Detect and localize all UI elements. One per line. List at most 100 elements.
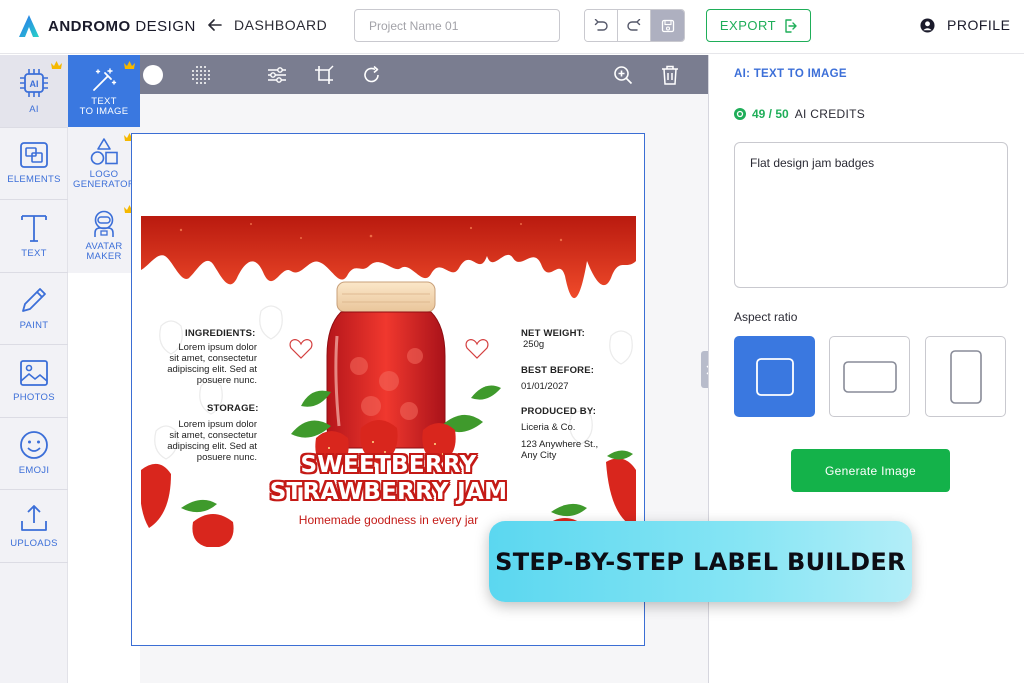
ai-subpanel: TEXT TO IMAGE LOGO GENERATOR AVATAR MAKER xyxy=(68,55,140,273)
aspect-ratio-landscape-option[interactable] xyxy=(829,336,910,417)
smiley-icon xyxy=(20,431,48,460)
save-icon xyxy=(661,19,674,32)
best-before-heading: BEST BEFORE: xyxy=(521,365,595,376)
net-weight-heading: NET WEIGHT: xyxy=(521,328,585,339)
history-controls xyxy=(584,9,685,42)
text-icon xyxy=(21,214,47,242)
landscape-ratio-icon xyxy=(842,360,897,393)
product-title: SWEETBERRY STRAWBERRY JAM xyxy=(141,452,636,506)
tool-sidebar: AI AI ELEMENTS TEXT PAINT PHOTOS EMOJI U… xyxy=(0,55,68,683)
sidebar-item-label: UPLOADS xyxy=(10,537,58,549)
sidebar-item-paint[interactable]: PAINT xyxy=(0,273,68,345)
export-button[interactable]: EXPORT xyxy=(706,9,811,42)
profile-label: PROFILE xyxy=(947,17,1011,33)
crown-icon xyxy=(51,61,62,69)
ai-credits: 49 / 50 AI CREDITS xyxy=(734,107,865,121)
transparency-button[interactable] xyxy=(190,64,212,86)
aspect-ratio-label: Aspect ratio xyxy=(734,310,798,324)
sliders-icon xyxy=(268,67,286,83)
ai-chip-icon: AI xyxy=(20,68,48,97)
sidebar-item-label: PHOTOS xyxy=(13,391,55,403)
prompt-textarea[interactable]: Flat design jam badges xyxy=(734,142,1008,288)
net-weight-value: 250g xyxy=(523,339,545,350)
canvas-toolbar xyxy=(140,55,708,94)
subpanel-item-label: AVATAR MAKER xyxy=(85,240,123,262)
subpanel-item-logo-generator[interactable]: LOGO GENERATOR xyxy=(68,127,140,199)
producer-name: Liceria & Co. xyxy=(521,422,576,433)
transparency-dots-icon xyxy=(192,66,210,84)
product-title-line-1: SWEETBERRY xyxy=(300,452,477,478)
svg-text:AI: AI xyxy=(30,79,39,89)
logo[interactable]: ANDROMO DESIGN xyxy=(18,14,196,38)
logo-text: ANDROMO DESIGN xyxy=(48,17,196,35)
elements-icon xyxy=(20,142,48,169)
image-icon xyxy=(20,359,48,386)
crop-icon xyxy=(315,65,334,84)
color-swatch-icon xyxy=(143,65,163,85)
feature-banner: STEP-BY-STEP LABEL BUILDER xyxy=(489,521,912,602)
sidebar-item-ai[interactable]: AI AI xyxy=(0,55,68,128)
sidebar-item-label: AI xyxy=(29,103,39,115)
sidebar-item-label: ELEMENTS xyxy=(7,174,61,186)
adjustments-button[interactable] xyxy=(266,64,288,86)
zoom-in-button[interactable] xyxy=(612,64,634,86)
logo-mark-icon xyxy=(19,15,39,37)
sidebar-item-uploads[interactable]: UPLOADS xyxy=(0,490,68,563)
dashboard-label: DASHBOARD xyxy=(234,17,328,33)
user-icon xyxy=(920,17,935,33)
undo-button[interactable] xyxy=(585,10,618,41)
credits-count: 49 / 50 xyxy=(752,107,789,121)
sidebar-item-emoji[interactable]: EMOJI xyxy=(0,418,68,490)
panel-title: AI: TEXT TO IMAGE xyxy=(734,68,847,80)
project-name-input[interactable] xyxy=(354,9,560,42)
credits-label: AI CREDITS xyxy=(794,107,866,121)
delete-button[interactable] xyxy=(659,64,681,86)
subpanel-item-avatar-maker[interactable]: AVATAR MAKER xyxy=(68,199,140,271)
sidebar-item-elements[interactable]: ELEMENTS xyxy=(0,128,68,200)
aspect-ratio-portrait-option[interactable] xyxy=(925,336,1006,417)
rotate-button[interactable] xyxy=(361,64,383,86)
top-bar: ANDROMO DESIGN DASHBOARD EXPORT PROFILE xyxy=(0,0,1024,54)
sidebar-item-label: EMOJI xyxy=(18,465,50,477)
sidebar-item-text[interactable]: TEXT xyxy=(0,200,68,273)
best-before-value: 01/01/2027 xyxy=(521,381,569,392)
crown-icon xyxy=(124,61,135,69)
feature-banner-text: STEP-BY-STEP LABEL BUILDER xyxy=(495,547,906,576)
undo-icon xyxy=(594,19,608,31)
rotate-icon xyxy=(364,65,379,83)
ingredients-heading: INGREDIENTS: xyxy=(185,328,256,339)
product-title-line-2: STRAWBERRY JAM xyxy=(269,479,508,505)
app-root: ANDROMO DESIGN DASHBOARD EXPORT PROFILE xyxy=(0,0,1024,683)
color-picker-button[interactable] xyxy=(142,64,164,86)
magic-wand-icon xyxy=(93,67,117,91)
arrow-left-icon xyxy=(208,19,222,31)
redo-button[interactable] xyxy=(618,10,651,41)
subpanel-item-text-to-image[interactable]: TEXT TO IMAGE xyxy=(68,55,140,127)
subpanel-item-label: LOGO GENERATOR xyxy=(73,168,135,190)
square-ratio-icon xyxy=(755,357,794,396)
portrait-ratio-icon xyxy=(949,349,982,404)
aspect-ratio-square-option[interactable] xyxy=(734,336,815,417)
storage-heading: STORAGE: xyxy=(207,403,259,414)
save-button[interactable] xyxy=(651,10,684,41)
generate-image-button[interactable]: Generate Image xyxy=(791,449,950,492)
ingredients-body: Lorem ipsum dolor sit amet, consectetur … xyxy=(167,342,257,386)
sidebar-item-photos[interactable]: PHOTOS xyxy=(0,345,68,418)
astronaut-icon xyxy=(94,210,114,237)
trash-icon xyxy=(662,65,678,85)
crop-button[interactable] xyxy=(313,64,335,86)
upload-icon xyxy=(21,504,47,531)
back-to-dashboard-link[interactable]: DASHBOARD xyxy=(208,17,327,33)
produced-by-heading: PRODUCED BY: xyxy=(521,406,597,417)
pencil-icon xyxy=(22,288,46,313)
jam-label-image[interactable]: INGREDIENTS: Lorem ipsum dolor sit amet,… xyxy=(141,216,636,547)
zoom-in-icon xyxy=(614,66,633,85)
export-icon xyxy=(785,18,797,33)
credit-coin-icon xyxy=(734,108,746,120)
profile-button[interactable]: PROFILE xyxy=(920,17,1010,33)
redo-icon xyxy=(627,19,641,31)
export-label: EXPORT xyxy=(719,18,777,33)
subpanel-item-label: TEXT TO IMAGE xyxy=(79,95,129,117)
sidebar-item-label: PAINT xyxy=(19,320,49,332)
shapes-icon xyxy=(90,137,118,165)
